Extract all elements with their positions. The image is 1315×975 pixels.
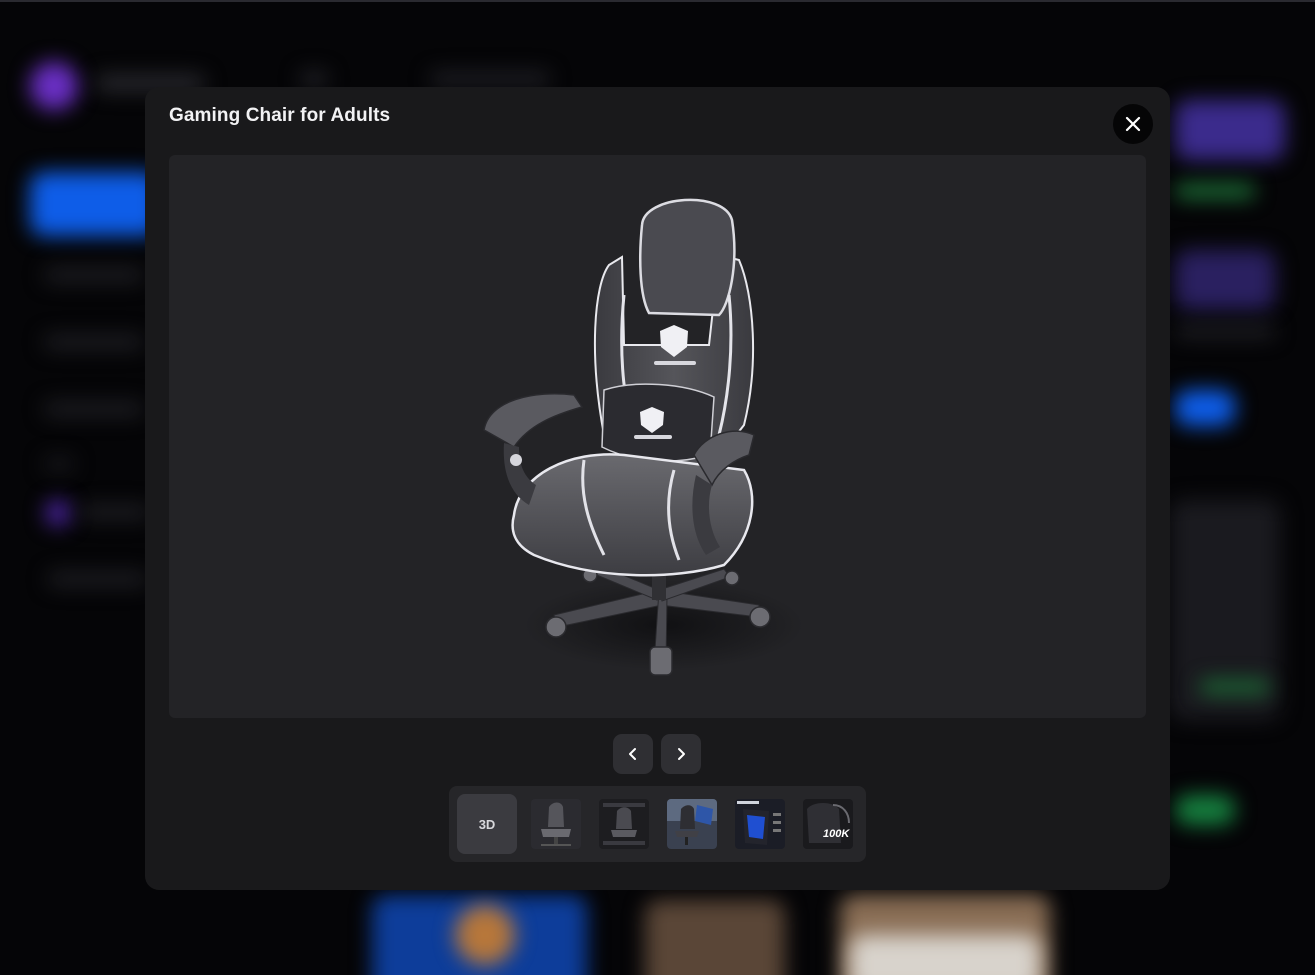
thumbnail-chair-photo-4[interactable] (735, 799, 785, 849)
chair-photo-image (735, 799, 785, 849)
bg-sidebar-item (80, 505, 150, 519)
bg-sidebar-item (44, 335, 144, 349)
close-icon (1125, 116, 1141, 132)
thumbnail-chair-photo-1[interactable] (531, 799, 581, 849)
bg-green-button (1175, 795, 1235, 825)
product-viewer-modal: Gaming Chair for Adults 3D 100K (145, 87, 1170, 890)
gaming-chair-model (483, 198, 804, 676)
bg-product-card-tan (645, 900, 785, 975)
bg-sidebar-item (44, 268, 144, 282)
thumbnail-chair-photo-5[interactable]: 100K (803, 799, 853, 849)
bg-blue-button (1175, 390, 1235, 426)
3d-viewer[interactable] (169, 155, 1146, 718)
bg-product-orange (455, 905, 515, 965)
chair-photo-image (599, 799, 649, 849)
chevron-right-icon (678, 748, 685, 760)
bg-green-label (1175, 184, 1255, 198)
close-button[interactable] (1113, 104, 1153, 144)
bg-text (1175, 325, 1275, 337)
next-button[interactable] (661, 734, 701, 774)
chevron-left-icon (629, 748, 636, 760)
chair-photo-image: 100K (803, 799, 853, 849)
bg-card (1175, 250, 1275, 310)
bg-sidebar-active (30, 172, 160, 236)
modal-title: Gaming Chair for Adults (169, 105, 391, 126)
chair-photo-image (667, 799, 717, 849)
bg-nav-link (300, 72, 328, 86)
thumbnail-chair-photo-3[interactable] (667, 799, 717, 849)
bg-sidebar-dot (45, 500, 71, 526)
window-top-border (0, 0, 1315, 2)
thumbnail-3d[interactable]: 3D (457, 794, 517, 854)
bg-card (1175, 100, 1285, 160)
bg-green-label (1200, 680, 1270, 694)
thumbnail-chair-photo-2[interactable] (599, 799, 649, 849)
prev-button[interactable] (613, 734, 653, 774)
bg-sidebar-item (48, 572, 148, 586)
bg-avatar (30, 62, 78, 110)
bg-nav-link (430, 72, 550, 86)
bg-sidebar-item (44, 458, 74, 470)
thumbnail-strip: 3D 100K (449, 786, 866, 862)
bg-product-card-light (850, 935, 1040, 975)
chair-photo-image (531, 799, 581, 849)
thumbnail-badge: 100K (823, 828, 850, 840)
bg-sidebar-item (44, 402, 144, 416)
